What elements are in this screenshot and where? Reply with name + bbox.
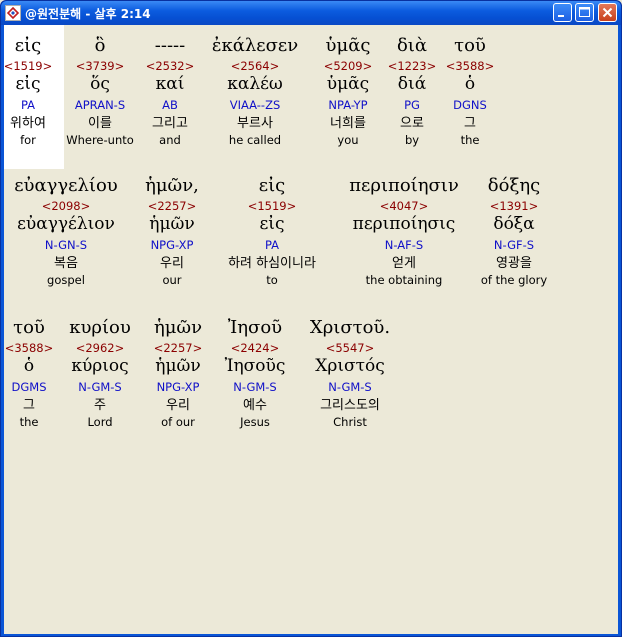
korean-gloss: 그리고 (152, 116, 188, 131)
lexical-form: καί (155, 74, 185, 94)
word-block[interactable]: ----- <2532> καί AB 그리고 and (125, 37, 215, 152)
strong-number[interactable]: <2424> (210, 342, 300, 355)
word-block[interactable]: Ἰησοῦ <2424> Ἰησοῦς N-GM-S 예수 Jesus (210, 319, 300, 434)
close-icon (602, 7, 613, 18)
greek-word: ----- (154, 35, 186, 56)
english-gloss: our (162, 273, 182, 287)
greek-word: εἰς (258, 175, 286, 196)
maximize-icon (579, 7, 590, 17)
parsing-code: AB (162, 98, 178, 112)
strong-number[interactable]: <2564> (210, 60, 300, 73)
strong-number[interactable]: <4047> (339, 200, 469, 213)
greek-word: ἐκάλεσεν (211, 35, 299, 56)
minimize-icon (558, 15, 564, 17)
english-gloss: gospel (47, 273, 85, 287)
lexical-form: περιποίησις (352, 214, 456, 234)
korean-gloss: 하려 하심이니라 (228, 256, 316, 271)
parsing-code: PA (264, 238, 280, 252)
parsing-code: N-AF-S (384, 238, 424, 252)
word-block[interactable]: τοῦ <3588> ὁ DGNS 그 the (425, 37, 515, 152)
korean-gloss: 얻게 (392, 256, 416, 271)
english-gloss: the obtaining (365, 273, 443, 287)
lexical-form: ὁ (464, 74, 476, 94)
lexical-form: εὐαγγέλιον (17, 214, 115, 234)
word-block[interactable]: ἡμῶν, <2257> ἡμῶν NPG-XP 우리 our (127, 177, 217, 292)
window-title: @원전분해 - 살후 2:14 (25, 7, 151, 21)
strong-number[interactable]: <2098> (4, 200, 128, 213)
word-block[interactable]: δόξης <1391> δόξα N-GF-S 영광을 of the glor… (464, 177, 564, 292)
strong-number[interactable]: <3588> (425, 60, 515, 73)
strong-number[interactable]: <2532> (125, 60, 215, 73)
strong-number[interactable]: <2257> (127, 200, 217, 213)
app-icon[interactable] (5, 5, 21, 21)
korean-gloss: 복음 (54, 256, 78, 271)
interlinear-view[interactable]: εἰς <1519> εἰς PA 위하여 for ὃ <3739> ὅς AP… (4, 25, 618, 634)
minimize-button[interactable] (553, 3, 572, 22)
korean-gloss: 예수 (243, 398, 267, 413)
korean-gloss: 영광을 (496, 256, 532, 271)
parsing-code: VIAA--ZS (229, 98, 281, 112)
english-gloss: of the glory (480, 273, 548, 287)
english-gloss: and (159, 133, 181, 147)
strong-number[interactable]: <5547> (300, 342, 400, 355)
korean-gloss: 우리 (160, 256, 184, 271)
parsing-code: N-GM-S (78, 380, 122, 394)
english-gloss: Lord (87, 415, 113, 429)
greek-word: τοῦ (454, 35, 486, 56)
word-block[interactable]: Χριστοῦ. <5547> Χριστός N-GM-S 그리스도의 Chr… (300, 319, 400, 434)
english-gloss: Jesus (240, 415, 270, 429)
app-window: @원전분해 - 살후 2:14 εἰς <1519> εἰς PA 위하여 fo… (0, 0, 622, 637)
korean-gloss: 그 (464, 116, 476, 131)
strong-number[interactable]: <1391> (464, 200, 564, 213)
word-block[interactable]: ἐκάλεσεν <2564> καλέω VIAA--ZS 부르사 he ca… (210, 37, 300, 152)
lexical-form: εἰς (259, 214, 285, 234)
maximize-button[interactable] (575, 3, 594, 22)
parsing-code: NPG-XP (150, 238, 194, 252)
lexical-form: ἡμῶν (149, 214, 195, 234)
parsing-code: N-GF-S (493, 238, 535, 252)
parsing-code: DGNS (453, 98, 487, 112)
greek-word: δόξης (487, 175, 541, 196)
word-block[interactable]: περιποίησιν <4047> περιποίησις N-AF-S 얻게… (339, 177, 469, 292)
greek-word: εὐαγγελίου (14, 175, 118, 196)
greek-word: Ἰησοῦ (227, 317, 283, 338)
parsing-code: N-GN-S (44, 238, 88, 252)
lexical-form: Χριστός (315, 356, 385, 376)
greek-word: Χριστοῦ. (309, 317, 391, 338)
greek-word: ἡμῶν, (145, 175, 199, 196)
greek-word: κυρίου (69, 317, 131, 338)
greek-word: περιποίησιν (349, 175, 459, 196)
title-bar[interactable]: @원전분해 - 살후 2:14 (1, 1, 621, 25)
korean-gloss: 부르사 (237, 116, 273, 131)
lexical-form: καλέω (227, 74, 283, 94)
english-gloss: the (460, 133, 480, 147)
english-gloss: Christ (333, 415, 367, 429)
strong-number[interactable]: <1519> (210, 200, 334, 213)
parsing-code: N-GM-S (328, 380, 372, 394)
close-button[interactable] (598, 3, 617, 22)
parsing-code: N-GM-S (233, 380, 277, 394)
word-block[interactable]: εἰς <1519> εἰς PA 하려 하심이니라 to (210, 177, 334, 292)
english-gloss: he called (228, 133, 282, 147)
word-block[interactable]: κυρίου <2962> κύριος N-GM-S 주 Lord (55, 319, 145, 434)
english-gloss: to (266, 273, 278, 287)
korean-gloss: 주 (94, 398, 106, 413)
korean-gloss: 그리스도의 (320, 398, 380, 413)
lexical-form: δόξα (493, 214, 535, 234)
lexical-form: κύριος (71, 356, 129, 376)
lexical-form: Ἰησοῦς (224, 356, 286, 376)
word-block[interactable]: εὐαγγελίου <2098> εὐαγγέλιον N-GN-S 복음 g… (4, 177, 128, 292)
strong-number[interactable]: <2962> (55, 342, 145, 355)
